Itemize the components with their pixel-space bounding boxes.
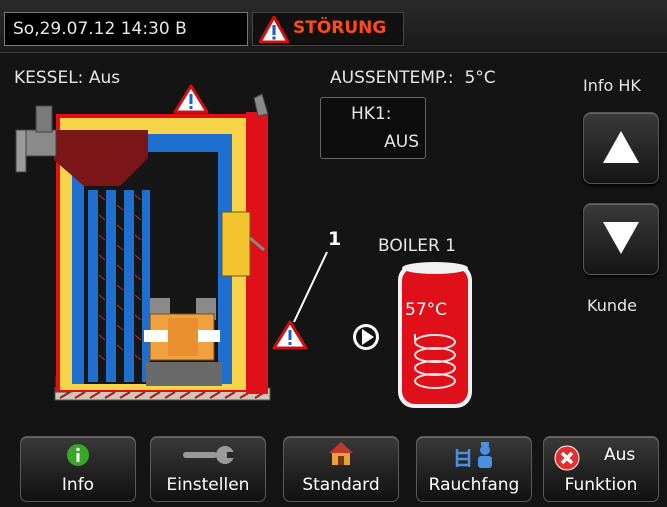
heating-system-diagram <box>15 84 472 408</box>
boiler-temperature: 57°C <box>405 300 448 320</box>
info-icon <box>67 444 89 466</box>
chimney-sweep-button[interactable]: Rauchfang <box>416 436 532 502</box>
chimney-sweep-icon <box>455 442 492 468</box>
function-off-button[interactable]: Aus Funktion <box>543 436 659 502</box>
callout-number: 1 <box>328 228 342 250</box>
display-screen: So,29.07.12 14:30 B STÖRUNG KESSEL: Aus … <box>0 0 667 507</box>
boiler-title: BOILER 1 <box>378 236 457 256</box>
info-button-label: Info <box>61 475 95 495</box>
pump-icon <box>353 324 379 350</box>
function-off-label-bottom: Funktion <box>564 475 638 495</box>
cancel-icon <box>554 445 580 471</box>
standard-button[interactable]: Standard <box>283 436 399 502</box>
house-icon <box>329 442 353 465</box>
wrench-icon <box>183 446 237 464</box>
info-button[interactable]: Info <box>20 436 136 502</box>
standard-button-label: Standard <box>302 475 380 495</box>
settings-button-label: Einstellen <box>166 475 250 495</box>
settings-button[interactable]: Einstellen <box>150 436 266 502</box>
callout-line <box>293 251 328 323</box>
boiler-tank <box>398 262 472 408</box>
boiler-warning-icon <box>173 84 209 114</box>
sensor-warning-icon <box>272 320 308 350</box>
function-off-label-top: Aus <box>604 445 636 465</box>
chimney-sweep-button-label: Rauchfang <box>428 475 520 495</box>
